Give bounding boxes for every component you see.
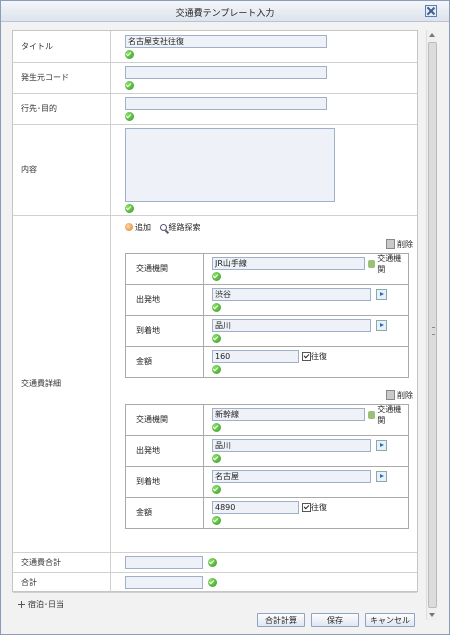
scroll-up-arrow-icon[interactable]	[429, 33, 435, 37]
from-label: 出発地	[125, 283, 204, 316]
valid-check-icon	[208, 557, 217, 567]
amount-input[interactable]	[212, 350, 299, 363]
scroll-thumb[interactable]	[428, 42, 437, 608]
valid-check-icon	[208, 577, 217, 587]
source-code-input[interactable]	[125, 66, 327, 79]
valid-check-icon	[212, 302, 221, 312]
scroll-down-arrow-icon[interactable]	[429, 613, 435, 617]
details-label: 交通費詳細	[13, 215, 111, 553]
station-picker-arrow-icon[interactable]	[376, 320, 387, 331]
form-table: タイトル 発生元コード 行先･目的	[13, 31, 417, 593]
calculate-total-button[interactable]: 合計計算	[257, 613, 305, 627]
station-picker-arrow-icon[interactable]	[376, 440, 387, 451]
trash-icon	[386, 239, 395, 249]
station-picker-arrow-icon[interactable]	[376, 471, 387, 482]
expand-plus-icon	[18, 601, 25, 608]
total-input[interactable]	[125, 575, 203, 589]
valid-check-icon	[212, 271, 221, 281]
add-label: 追加	[135, 222, 151, 232]
transport-input[interactable]	[212, 408, 366, 421]
cancel-button[interactable]: キャンセル	[365, 613, 415, 627]
from-input[interactable]	[212, 439, 371, 452]
round-trip-checkbox[interactable]	[302, 503, 311, 512]
delete-label: 削除	[397, 239, 413, 249]
transport-link-label: 交通機関	[377, 253, 402, 274]
amount-input[interactable]	[212, 501, 299, 514]
amount-label: 金額	[125, 496, 204, 529]
destination-label: 行先･目的	[13, 93, 111, 125]
train-icon	[368, 259, 376, 268]
valid-check-icon	[212, 333, 221, 343]
content-label: 内容	[13, 124, 111, 216]
transport-picker-link[interactable]: 交通機関	[368, 404, 408, 426]
route-search-button[interactable]: 経路探索	[159, 222, 201, 233]
transport-link-label: 交通機関	[377, 404, 402, 425]
leg-table: 交通機関 交通機関 出発地	[125, 252, 409, 378]
title-input[interactable]	[125, 34, 327, 48]
lodging-expander[interactable]: 宿泊･日当	[18, 599, 64, 610]
trash-icon	[386, 390, 395, 400]
valid-check-icon	[125, 203, 134, 213]
title-bar: 交通費テンプレート入力	[1, 1, 449, 22]
search-icon	[159, 223, 167, 231]
valid-check-icon	[212, 364, 221, 374]
valid-check-icon	[125, 81, 134, 90]
route-search-label: 経路探索	[168, 222, 201, 232]
save-button[interactable]: 保存	[311, 613, 359, 627]
leg-table: 交通機関 交通機関 出発地	[125, 403, 409, 529]
delete-leg-button[interactable]: 削除	[386, 390, 413, 400]
content-textarea[interactable]	[125, 127, 335, 202]
grip-icon	[432, 327, 435, 335]
round-trip-label: 往復	[311, 503, 327, 512]
vertical-scrollbar[interactable]	[426, 30, 437, 620]
train-icon	[368, 410, 376, 419]
delete-label: 削除	[397, 390, 413, 400]
transport-total-label: 交通費合計	[13, 552, 111, 573]
round-trip-label: 往復	[311, 352, 327, 361]
close-icon[interactable]	[425, 5, 437, 17]
transport-input[interactable]	[212, 257, 366, 270]
transport-label: 交通機関	[125, 403, 204, 436]
to-label: 到着地	[125, 314, 204, 347]
total-label: 合計	[13, 572, 111, 593]
lodging-expander-label: 宿泊･日当	[28, 600, 64, 609]
to-input[interactable]	[212, 470, 371, 483]
transport-picker-link[interactable]: 交通機関	[368, 253, 408, 275]
station-picker-arrow-icon[interactable]	[376, 289, 387, 300]
valid-check-icon	[212, 453, 221, 463]
to-input[interactable]	[212, 319, 371, 332]
form-panel: タイトル 発生元コード 行先･目的	[12, 30, 418, 593]
transport-label: 交通機関	[125, 252, 204, 285]
details-toolbar: 追加 経路探索	[125, 222, 417, 236]
delete-leg-button[interactable]: 削除	[386, 239, 413, 249]
dialog-title: 交通費テンプレート入力	[175, 9, 275, 19]
valid-check-icon	[125, 49, 134, 59]
amount-label: 金額	[125, 345, 204, 378]
valid-check-icon	[212, 422, 221, 432]
title-label: タイトル	[13, 31, 111, 63]
destination-input[interactable]	[125, 97, 327, 110]
transport-total-input[interactable]	[125, 555, 203, 569]
to-label: 到着地	[125, 465, 204, 498]
source-code-label: 発生元コード	[13, 62, 111, 94]
add-icon	[125, 223, 133, 231]
template-dialog: 交通費テンプレート入力 タイトル 発生元コード	[0, 0, 450, 635]
valid-check-icon	[212, 484, 221, 494]
valid-check-icon	[125, 112, 134, 121]
valid-check-icon	[212, 515, 221, 525]
from-label: 出発地	[125, 434, 204, 467]
add-button[interactable]: 追加	[125, 222, 151, 233]
round-trip-checkbox[interactable]	[302, 352, 311, 361]
from-input[interactable]	[212, 288, 371, 301]
